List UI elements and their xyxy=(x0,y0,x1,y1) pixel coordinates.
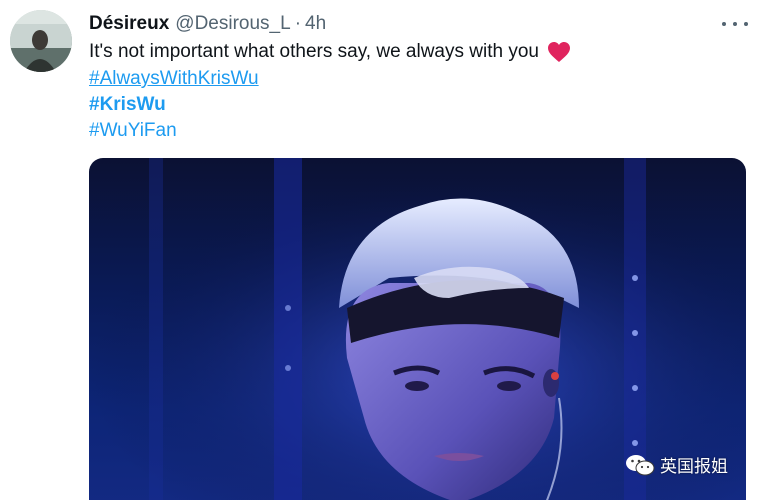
hashtag-always-with-kris-wu[interactable]: #AlwaysWithKrisWu xyxy=(89,68,259,89)
tweet-media-photo[interactable] xyxy=(89,158,746,500)
tweet-text-line: It's not important what others say, we a… xyxy=(89,40,571,64)
hashtag-line: #AlwaysWithKrisWu xyxy=(89,67,259,91)
wechat-icon xyxy=(626,454,655,475)
tweet-header: Désireux @Desirous_L · 4h xyxy=(89,12,326,36)
hashtag-wu-yi-fan[interactable]: #WuYiFan xyxy=(89,120,177,141)
tweet-text: It's not important what others say, we a… xyxy=(89,41,539,62)
more-horizontal-icon xyxy=(722,22,726,26)
more-options-button[interactable] xyxy=(722,14,748,34)
tweet-timestamp[interactable]: 4h xyxy=(305,13,326,35)
hashtag-kris-wu[interactable]: #KrisWu xyxy=(89,94,166,115)
hashtag-line: #KrisWu xyxy=(89,93,166,117)
watermark-text: 英国报姐 xyxy=(660,457,728,477)
header-separator: · xyxy=(294,13,302,34)
hashtag-line: #WuYiFan xyxy=(89,119,177,143)
red-heart-icon xyxy=(547,42,570,62)
wechat-watermark: 英国报姐 xyxy=(625,452,728,477)
author-handle[interactable]: @Desirous_L xyxy=(175,13,290,35)
avatar[interactable] xyxy=(10,10,72,72)
author-display-name[interactable]: Désireux xyxy=(89,13,169,35)
tweet[interactable]: Désireux @Desirous_L · 4h It's not impor… xyxy=(0,0,763,500)
